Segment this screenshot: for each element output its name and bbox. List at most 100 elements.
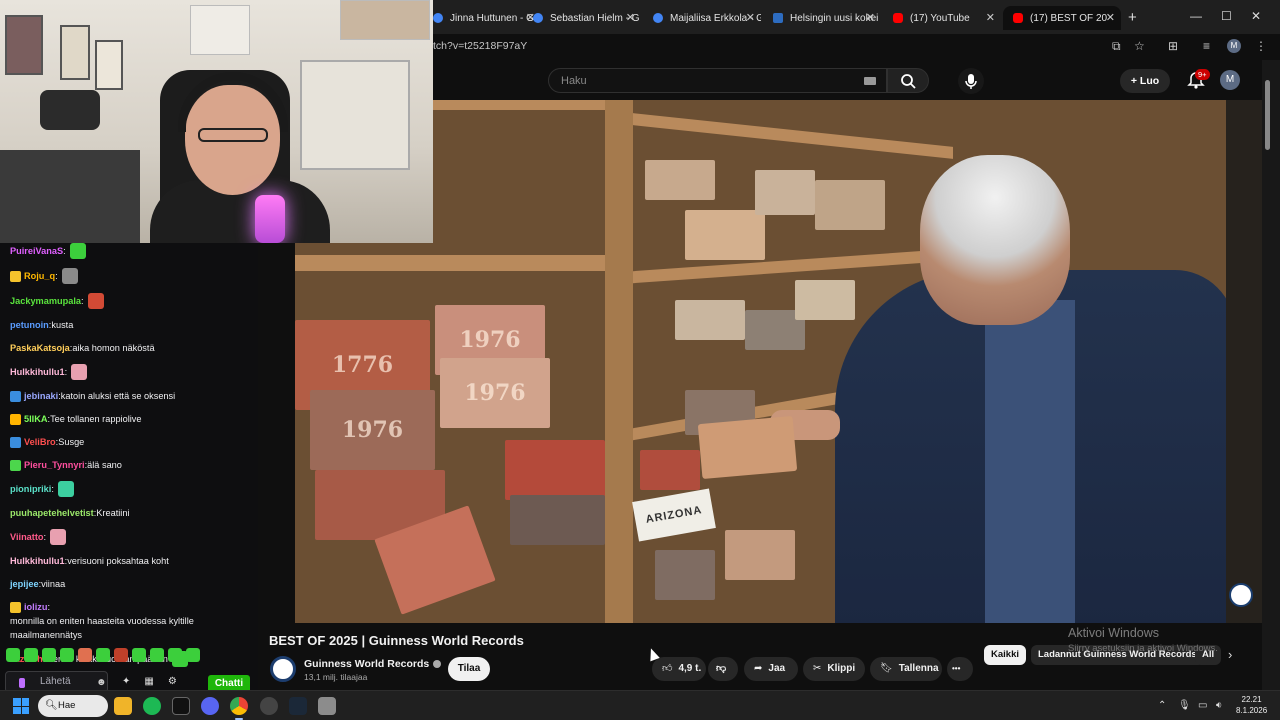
extensions-icon[interactable]: ⊞ [1168, 39, 1178, 53]
windows-start-icon[interactable] [13, 698, 29, 714]
chat-username[interactable]: Hulkkihullu1 [10, 365, 65, 379]
tab-5[interactable]: (17) YouTube ✕ [883, 6, 1001, 30]
shelf [295, 255, 615, 271]
app-x-icon[interactable] [172, 697, 190, 715]
chat-username[interactable]: iolizu [24, 600, 47, 614]
settings-gear-icon[interactable]: ⚙ [168, 676, 177, 687]
chat-username[interactable]: PuireiVanaS [10, 244, 63, 258]
tray-chevron-icon[interactable]: ⌃ [1158, 700, 1166, 711]
steam-icon[interactable] [289, 697, 307, 715]
emote-picker-icon[interactable]: ☻ [96, 677, 107, 688]
close-window-button[interactable]: ✕ [1251, 9, 1261, 23]
chat-username[interactable]: pionipriki [10, 482, 51, 496]
clip-button[interactable]: ✂ Klippi [803, 657, 865, 681]
chat-badge-icon[interactable] [10, 270, 21, 282]
new-tab-button[interactable]: + [1128, 9, 1137, 26]
bits-icon[interactable] [19, 678, 25, 688]
emote-shortcut-icon[interactable] [186, 648, 200, 662]
chat-username[interactable]: jebinaki [24, 389, 58, 403]
account-avatar[interactable]: M [1220, 70, 1240, 90]
close-icon[interactable]: ✕ [986, 11, 995, 24]
chat-username[interactable]: VeliBro [24, 435, 56, 449]
install-icon[interactable]: ⧉ [1112, 39, 1121, 54]
emote-shortcut-icon[interactable] [42, 648, 56, 662]
subscribe-button[interactable]: Tilaa [448, 657, 490, 681]
emote-shortcut-icon[interactable] [114, 648, 128, 662]
create-button[interactable]: + Luo [1120, 69, 1170, 93]
more-actions-button[interactable]: ••• [947, 657, 973, 681]
search-input[interactable]: Haku [548, 68, 887, 93]
gift-icon[interactable]: ▦ [144, 676, 153, 687]
search-button[interactable] [887, 68, 929, 93]
chip-all[interactable]: Kaikki [984, 645, 1026, 665]
taskbar-search[interactable]: 🔍︎ Hae [38, 695, 108, 717]
page-scrollbar[interactable] [1262, 60, 1280, 690]
share-label: Jaa [768, 663, 786, 674]
chat-badge-icon[interactable] [10, 459, 21, 471]
chat-username[interactable]: puuhapetehelvetist [10, 506, 94, 520]
emote-shortcut-icon[interactable] [60, 648, 74, 662]
discord-icon[interactable] [201, 697, 219, 715]
chat-username[interactable]: Viinatto [10, 530, 44, 544]
verified-icon [433, 660, 442, 669]
chat-username[interactable]: Roju_q [24, 269, 55, 283]
chat-username[interactable]: Jackymamupala [10, 294, 81, 308]
chat-badge-icon[interactable] [10, 436, 21, 448]
emote-shortcut-icon[interactable] [24, 648, 38, 662]
chrome-icon[interactable] [230, 697, 248, 715]
minimize-button[interactable]: — [1190, 9, 1202, 23]
close-icon[interactable]: ✕ [866, 11, 875, 24]
chat-username[interactable]: jepijee [10, 577, 39, 591]
emote-shortcut-icon[interactable] [168, 648, 182, 662]
media-icon[interactable]: ≡ [1203, 39, 1210, 53]
tab-4[interactable]: Helsingin uusi kokei ✕ [763, 6, 881, 30]
menu-dots-icon[interactable]: ⋮ [1255, 39, 1267, 53]
chat-username[interactable]: petunoin [10, 318, 49, 332]
profile-avatar[interactable]: M [1227, 39, 1241, 53]
emote-shortcut-icon[interactable] [78, 648, 92, 662]
close-icon[interactable]: ✕ [746, 11, 755, 24]
chat-message: jebinaki: katoin aluksi että se oksensi [0, 385, 258, 408]
file-explorer-icon[interactable] [114, 697, 132, 715]
video-player[interactable]: 1776 1976 1976 1976 ARIZONA [295, 100, 1226, 623]
channel-avatar[interactable] [270, 656, 296, 682]
tab-3[interactable]: Maijaliisa Erkkola - G ✕ [643, 6, 761, 30]
channel-name[interactable]: Guinness World Records [304, 658, 442, 670]
taskbar-clock[interactable]: 22.21 8.1.2026 [1236, 694, 1267, 716]
chat-badge-icon[interactable] [10, 390, 21, 402]
points-icon[interactable]: ✦ [122, 676, 130, 687]
chat-badge-icon[interactable] [10, 601, 21, 613]
shelf [633, 113, 953, 159]
emote-shortcut-icon[interactable] [150, 648, 164, 662]
spotify-icon[interactable] [143, 697, 161, 715]
chat-username[interactable]: PaskaKatsoja [10, 341, 70, 355]
share-button[interactable]: ➦ Jaa [744, 657, 798, 681]
chat-username[interactable]: Pieru_Tynnyri [24, 458, 85, 472]
tab-2[interactable]: Sebastian Hielm - G ✕ [523, 6, 641, 30]
maximize-button[interactable]: ☐ [1221, 9, 1232, 23]
chat-username[interactable]: 5IIKA [24, 412, 48, 426]
like-button[interactable]: 👍︎ 4,9 t. [652, 657, 706, 681]
dislike-button[interactable]: 👎︎ [708, 657, 738, 681]
emote-shortcut-icon[interactable] [132, 648, 146, 662]
close-icon[interactable]: ✕ [626, 11, 635, 24]
emote-shortcut-icon[interactable] [6, 648, 20, 662]
bookmark-star-icon[interactable]: ☆ [1134, 39, 1145, 53]
voice-search-button[interactable] [958, 68, 984, 94]
save-button[interactable]: 🔖︎ Tallenna [870, 657, 942, 681]
emote-shortcut-icon[interactable] [96, 648, 110, 662]
tab-6-active[interactable]: (17) BEST OF 20 ✕ [1003, 6, 1121, 30]
chat-badge-icon[interactable] [10, 413, 21, 425]
url-text[interactable]: tch?v=t25218F97aY [433, 40, 527, 52]
close-icon[interactable]: ✕ [1106, 11, 1115, 24]
keyboard-icon[interactable] [864, 77, 876, 85]
network-icon[interactable]: ▭ [1198, 700, 1207, 711]
obs-icon[interactable] [260, 697, 278, 715]
chevron-right-icon[interactable]: › [1228, 647, 1232, 662]
channel-name-text[interactable]: Guinness World Records [304, 658, 429, 670]
microphone-tray-icon[interactable]: 🎙︎ [1178, 700, 1191, 711]
chat-username[interactable]: Hulkkihullu1 [10, 554, 65, 568]
scrollbar-thumb[interactable] [1265, 80, 1270, 150]
calculator-icon[interactable] [318, 697, 336, 715]
volume-icon[interactable]: 🔉︎ [1216, 700, 1222, 711]
